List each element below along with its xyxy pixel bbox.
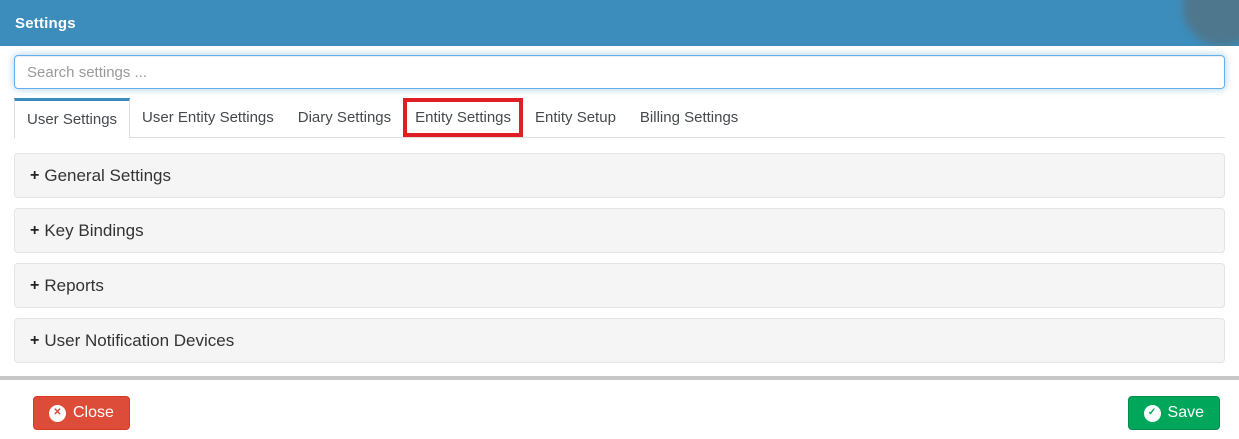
search-input[interactable] <box>14 55 1225 89</box>
footer-bar: ✕ Close ✓ Save <box>0 380 1239 430</box>
tab-entity-setup[interactable]: Entity Setup <box>523 98 628 137</box>
accordion-key-bindings[interactable]: + Key Bindings <box>14 208 1225 253</box>
page-title: Settings <box>15 14 76 32</box>
check-circle-icon: ✓ <box>1143 404 1161 422</box>
content-area: User Settings User Entity Settings Diary… <box>0 55 1239 363</box>
tab-user-entity-settings[interactable]: User Entity Settings <box>130 98 286 137</box>
tab-user-settings[interactable]: User Settings <box>14 98 131 138</box>
accordion-reports[interactable]: + Reports <box>14 263 1225 308</box>
accordion-label: Key Bindings <box>44 220 144 240</box>
close-circle-icon: ✕ <box>49 404 66 422</box>
search-container <box>14 55 1225 89</box>
save-button[interactable]: ✓ Save <box>1127 396 1220 430</box>
tab-strip: User Settings User Entity Settings Diary… <box>14 98 1225 138</box>
save-button-label: Save <box>1167 404 1204 421</box>
close-button-label: Close <box>73 404 114 421</box>
tab-diary-settings[interactable]: Diary Settings <box>286 98 403 137</box>
accordion-list: + General Settings + Key Bindings + Repo… <box>14 153 1225 363</box>
expand-plus-icon: + <box>30 276 40 294</box>
corner-decoration-circle <box>1183 0 1239 46</box>
titlebar: Settings <box>0 0 1239 46</box>
tab-billing-settings[interactable]: Billing Settings <box>628 98 750 137</box>
expand-plus-icon: + <box>30 221 40 239</box>
accordion-general-settings[interactable]: + General Settings <box>14 153 1225 198</box>
close-button[interactable]: ✕ Close <box>33 396 130 430</box>
expand-plus-icon: + <box>30 331 40 349</box>
expand-plus-icon: + <box>30 166 40 184</box>
accordion-user-notification-devices[interactable]: + User Notification Devices <box>14 318 1225 363</box>
tab-entity-settings[interactable]: Entity Settings <box>403 98 524 137</box>
accordion-label: General Settings <box>44 165 171 185</box>
accordion-label: User Notification Devices <box>44 330 235 350</box>
accordion-label: Reports <box>44 275 104 295</box>
